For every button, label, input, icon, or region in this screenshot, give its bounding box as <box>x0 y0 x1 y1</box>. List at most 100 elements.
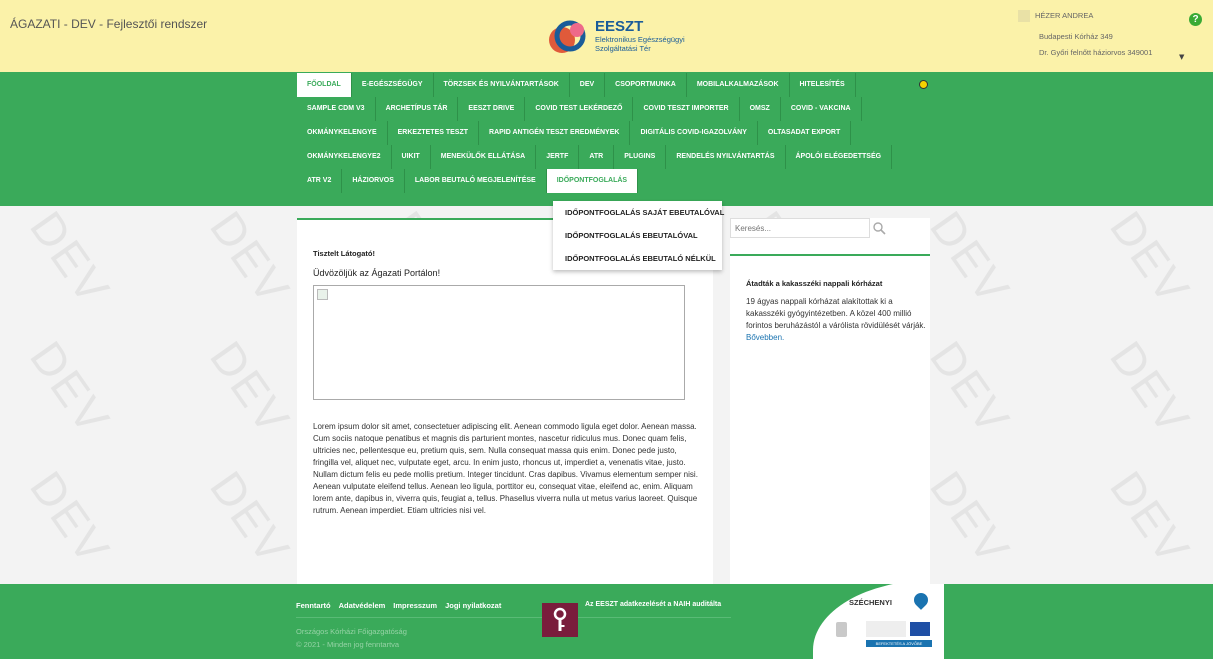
nav-item[interactable]: RAPID ANTIGÉN TESZT EREDMÉNYEK <box>479 121 631 145</box>
nav-item[interactable]: IDŐPONTFOGLALÁS <box>546 169 639 193</box>
szechenyi-pin-icon <box>911 590 931 610</box>
user-name: HÉZER ANDREA <box>1035 11 1094 20</box>
logo-subtitle-1: Elektronikus Egészségügyi <box>595 35 685 44</box>
user-organization: Budapesti Kórház 349 <box>1039 32 1113 41</box>
search-icon[interactable] <box>872 221 886 235</box>
nav-item[interactable]: COVID TEST LEKÉRDEZŐ <box>525 97 634 121</box>
nav-item[interactable]: JERTF <box>536 145 580 169</box>
footer-link[interactable]: Impresszum <box>393 601 437 610</box>
nav-row: FŐOLDAL E-EGÉSZSÉGÜGY TÖRZSEK ÉS NYILVÁNTA… <box>297 73 856 97</box>
nav-item[interactable]: UIKIT <box>392 145 431 169</box>
nav-row: OKMÁNYKELENGYE2 UIKIT MENEKÜLŐK ELLÁTÁSA JE… <box>297 145 893 169</box>
nav-row: OKMÁNYKELENGYE ERKEZTETES TESZT RAPID ANTI… <box>297 121 852 145</box>
nav-item[interactable]: ERKEZTETES TESZT <box>388 121 480 145</box>
nav-item[interactable]: MOBILALKALMAZÁSOK <box>687 73 790 97</box>
dev-watermark: DEV <box>1100 206 1201 315</box>
news-read-more-link[interactable]: Bővebben. <box>746 333 784 342</box>
nav-item[interactable]: RENDELÉS NYILVÁNTARTÁS <box>666 145 786 169</box>
dev-watermark: DEV <box>20 331 121 445</box>
nav-item[interactable]: DEV <box>570 73 606 97</box>
news-title: Átadták a kakasszéki nappali kórházat <box>746 279 883 288</box>
footer: Fenntartó Adatvédelem Impresszum Jogi nyila… <box>0 584 1213 659</box>
naih-key-icon[interactable] <box>542 603 578 637</box>
logo-name: EESZT <box>595 18 644 35</box>
news-body: 19 ágyas nappali kórházat alakítottak ki… <box>746 296 926 344</box>
welcome-text: Üdvözöljük az Ágazati Portálon! <box>313 268 441 278</box>
footer-divider <box>296 617 731 618</box>
nav-item[interactable]: ATR <box>579 145 615 169</box>
crest-caption <box>828 640 858 647</box>
nav-item[interactable]: PLUGINS <box>614 145 667 169</box>
nav-item[interactable]: LABOR BEUTALÓ MEGJELENÍTÉSE <box>405 169 547 193</box>
dev-watermark: DEV <box>20 206 121 315</box>
footer-link[interactable]: Jogi nyilatkozat <box>445 601 501 610</box>
eeszt-logo-icon <box>549 20 586 53</box>
eu-flag-icon <box>910 622 930 636</box>
nav-item[interactable]: HÁZIORVOS <box>342 169 405 193</box>
body-text: Lorem ipsum dolor sit amet, consectetuer… <box>313 422 698 515</box>
nav-item[interactable]: ÁPOLÓI ELÉGEDETTSÉG <box>786 145 893 169</box>
nav-item[interactable]: TÖRZSEK ÉS NYILVÁNTARTÁSOK <box>434 73 570 97</box>
main-content: Tisztelt Látogató! Üdvözöljük az Ágazati… <box>297 218 713 586</box>
nav-item[interactable]: OKMÁNYKELENGYE <box>297 121 388 145</box>
szechenyi-label: SZÉCHENYI <box>849 598 892 607</box>
nav-item[interactable]: EESZT DRIVE <box>458 97 526 121</box>
nav-item[interactable]: OMSZ <box>740 97 781 121</box>
hungary-crest-icon <box>836 622 847 637</box>
news-text: 19 ágyas nappali kórházat alakítottak ki… <box>746 297 926 330</box>
dropdown-item[interactable]: IDŐPONTFOGLALÁS EBEUTALÓVAL <box>553 224 722 247</box>
footer-organization: Országos Kórházi Főigazgatóság <box>296 627 407 636</box>
naih-audit-text[interactable]: Az EESZT adatkezelését a NAIH auditálta <box>585 601 721 608</box>
greeting-heading: Tisztelt Látogató! <box>313 249 375 258</box>
logo-text: EESZT Elektronikus Egészségügyi Szolgált… <box>595 18 685 53</box>
eeszt-logo[interactable]: EESZT Elektronikus Egészségügyi Szolgált… <box>544 18 709 60</box>
nav-item[interactable]: SAMPLE CDM V3 <box>297 97 376 121</box>
dev-watermark: DEV <box>20 461 121 575</box>
search-input[interactable] <box>730 218 870 238</box>
dropdown-item[interactable]: IDŐPONTFOGLALÁS EBEUTALÓ NÉLKÜL <box>553 247 722 270</box>
broken-image-icon <box>317 289 328 300</box>
dropdown-item[interactable]: IDŐPONTFOGLALÁS SAJÁT EBEUTALÓVAL <box>553 201 724 224</box>
dev-watermark: DEV <box>200 461 301 575</box>
dev-watermark: DEV <box>920 206 1021 315</box>
footer-link[interactable]: Adatvédelem <box>339 601 386 610</box>
idopontfoglalas-dropdown: IDŐPONTFOGLALÁS SAJÁT EBEUTALÓVAL IDŐPONT… <box>553 201 724 270</box>
nav-item[interactable]: OKMÁNYKELENGYE2 <box>297 145 392 169</box>
nav-row: SAMPLE CDM V3 ARCHETÍPUS TÁR EESZT DRIVE CO… <box>297 97 862 121</box>
nav-item[interactable]: HITELESÍTÉS <box>790 73 856 97</box>
nav-item[interactable]: CSOPORTMUNKA <box>605 73 687 97</box>
help-icon[interactable]: ? <box>1189 13 1202 26</box>
eu-text-block <box>866 621 906 637</box>
footer-links: Fenntartó Adatvédelem Impresszum Jogi nyila… <box>296 601 501 610</box>
szechenyi-logo: SZÉCHENYI BEFEKTETÉS A JÖVŐBE <box>813 584 944 659</box>
nav-item[interactable]: COVID TESZT IMPORTER <box>633 97 740 121</box>
nav-item[interactable]: ATR V2 <box>297 169 343 193</box>
user-role: Dr. Győri felnőtt háziorvos 349001 <box>1039 48 1153 57</box>
broken-image <box>313 285 685 400</box>
eu-investment-bar: BEFEKTETÉS A JÖVŐBE <box>866 640 932 647</box>
nav-item[interactable]: DIGITÁLIS COVID-IGAZOLVÁNY <box>630 121 758 145</box>
avatar <box>1018 10 1030 22</box>
sidebar-divider <box>730 254 930 256</box>
nav-item[interactable]: ARCHETÍPUS TÁR <box>376 97 459 121</box>
footer-copyright: © 2021 - Minden jog fenntartva <box>296 640 400 649</box>
nav-item[interactable]: OLTASADAT EXPORT <box>758 121 852 145</box>
chevron-down-icon[interactable]: ▼ <box>1179 53 1184 61</box>
nav-item[interactable]: MENEKÜLŐK ELLÁTÁSA <box>431 145 537 169</box>
nav-item[interactable]: E-EGÉSZSÉGÜGY <box>352 73 434 97</box>
dev-watermark: DEV <box>1100 331 1201 445</box>
logo-subtitle-2: Szolgáltatási Tér <box>595 44 651 53</box>
nav-item[interactable]: COVID - VAKCINA <box>781 97 862 121</box>
radiation-icon <box>919 80 928 89</box>
dev-watermark: DEV <box>920 331 1021 445</box>
footer-link[interactable]: Fenntartó <box>296 601 331 610</box>
dev-watermark: DEV <box>920 461 1021 575</box>
header: ÁGAZATI - DEV - Fejlesztői rendszer EESZ… <box>0 0 1213 72</box>
dev-watermark: DEV <box>1100 461 1201 575</box>
dev-watermark: DEV <box>200 331 301 445</box>
nav-item[interactable]: FŐOLDAL <box>297 73 352 97</box>
sidebar: Átadták a kakasszéki nappali kórházat 19… <box>730 218 930 584</box>
nav-row: ATR V2 HÁZIORVOS LABOR BEUTALÓ MEGJELENÍTÉ… <box>297 169 639 193</box>
site-title: ÁGAZATI - DEV - Fejlesztői rendszer <box>10 17 208 31</box>
dev-watermark: DEV <box>200 206 301 315</box>
